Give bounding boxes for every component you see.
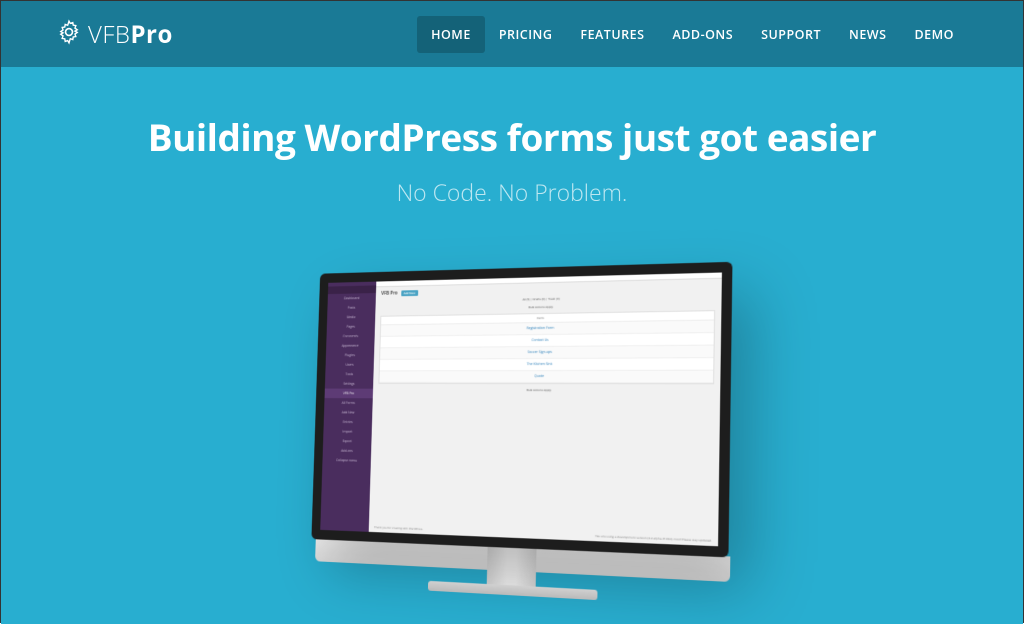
wp-page-title: VFB Pro (381, 291, 398, 297)
nav-demo[interactable]: DEMO (901, 16, 969, 53)
table-row: The Kitchen Sink (380, 358, 714, 371)
hero-subtitle: No Code. No Problem. (1, 176, 1023, 208)
table-row: Quote (379, 371, 713, 384)
logo-text: VFBPro (88, 18, 173, 51)
logo[interactable]: VFBPro (56, 18, 173, 51)
nav-addons[interactable]: ADD-ONS (658, 16, 747, 53)
wp-footer-left: Thank you for creating with WordPress. (374, 525, 423, 531)
monitor-screen: Dashboard Posts Media Pages Comments App… (311, 262, 732, 558)
wp-add-new-button: Add New (401, 290, 418, 296)
site-header: VFBPro HOME PRICING FEATURES ADD-ONS SUP… (1, 1, 1023, 67)
hero-title: Building WordPress forms just got easier (1, 111, 1023, 162)
nav-home[interactable]: HOME (417, 16, 485, 53)
wp-forms-table: Form Registration Form Contact Us Soccer… (378, 310, 715, 384)
wp-admin-sidebar: Dashboard Posts Media Pages Comments App… (320, 282, 376, 532)
nav-news[interactable]: NEWS (835, 16, 900, 53)
nav-pricing[interactable]: PRICING (485, 16, 567, 53)
wp-admin-main: VFB Pro Add New All (5) | Drafts (0) | T… (369, 273, 722, 547)
nav-features[interactable]: FEATURES (566, 16, 658, 53)
wp-footer-right: You are using a development version (4.2… (595, 534, 712, 543)
gear-icon (56, 19, 82, 50)
primary-nav: HOME PRICING FEATURES ADD-ONS SUPPORT NE… (417, 16, 968, 53)
product-screenshot: Dashboard Posts Media Pages Comments App… (292, 267, 732, 547)
hero-section: Building WordPress forms just got easier… (1, 67, 1023, 624)
nav-support[interactable]: SUPPORT (747, 16, 835, 53)
